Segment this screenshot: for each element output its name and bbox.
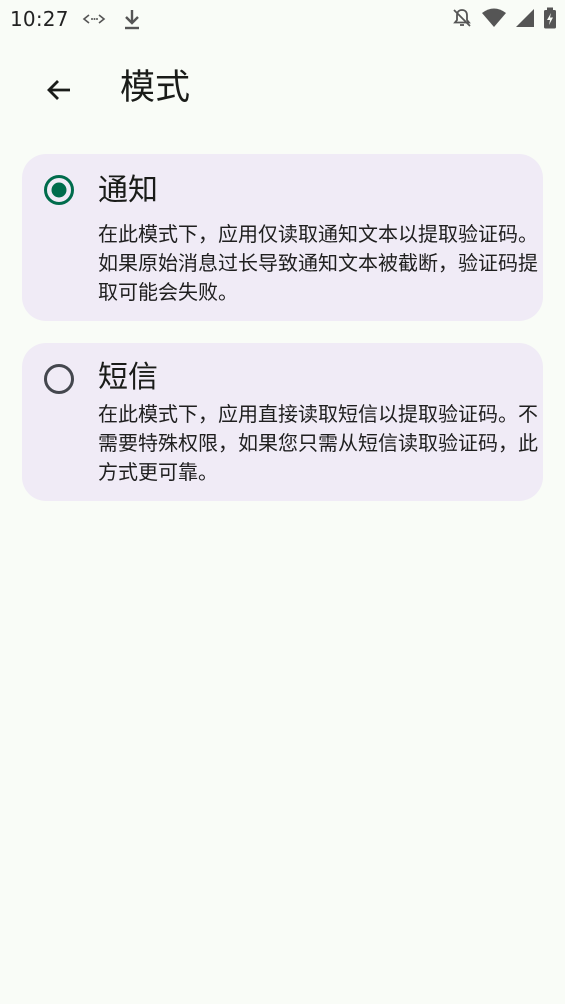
status-bar: 10:27	[0, 0, 565, 38]
app-bar: 模式	[0, 58, 565, 120]
page-title: 模式	[120, 68, 191, 108]
wifi-icon	[481, 8, 507, 28]
download-icon	[122, 8, 142, 30]
signal-icon	[515, 8, 535, 28]
back-button[interactable]	[34, 65, 84, 115]
option-description: 在此模式下，应用仅读取通知文本以提取验证码。如果原始消息过长导致通知文本被截断，…	[98, 222, 538, 304]
battery-charging-icon	[543, 7, 557, 29]
option-sms[interactable]: 短信 在此模式下，应用直接读取短信以提取验证码。不需要特殊权限，如果您只需从短信…	[22, 343, 543, 501]
arrow-back-icon	[44, 75, 74, 105]
status-right-icons	[451, 7, 557, 29]
option-title: 通知	[98, 173, 158, 208]
status-left-icons	[82, 8, 142, 30]
radio-button-unselected-icon[interactable]	[43, 363, 75, 395]
notifications-off-icon	[451, 7, 473, 29]
status-time: 10:27	[10, 7, 69, 31]
option-title: 短信	[98, 360, 158, 395]
radio-button-selected-icon[interactable]	[43, 174, 75, 206]
option-description: 在此模式下，应用直接读取短信以提取验证码。不需要特殊权限，如果您只需从短信读取验…	[98, 402, 538, 484]
option-notification[interactable]: 通知 在此模式下，应用仅读取通知文本以提取验证码。如果原始消息过长导致通知文本被…	[22, 154, 543, 321]
code-icon	[82, 11, 106, 27]
